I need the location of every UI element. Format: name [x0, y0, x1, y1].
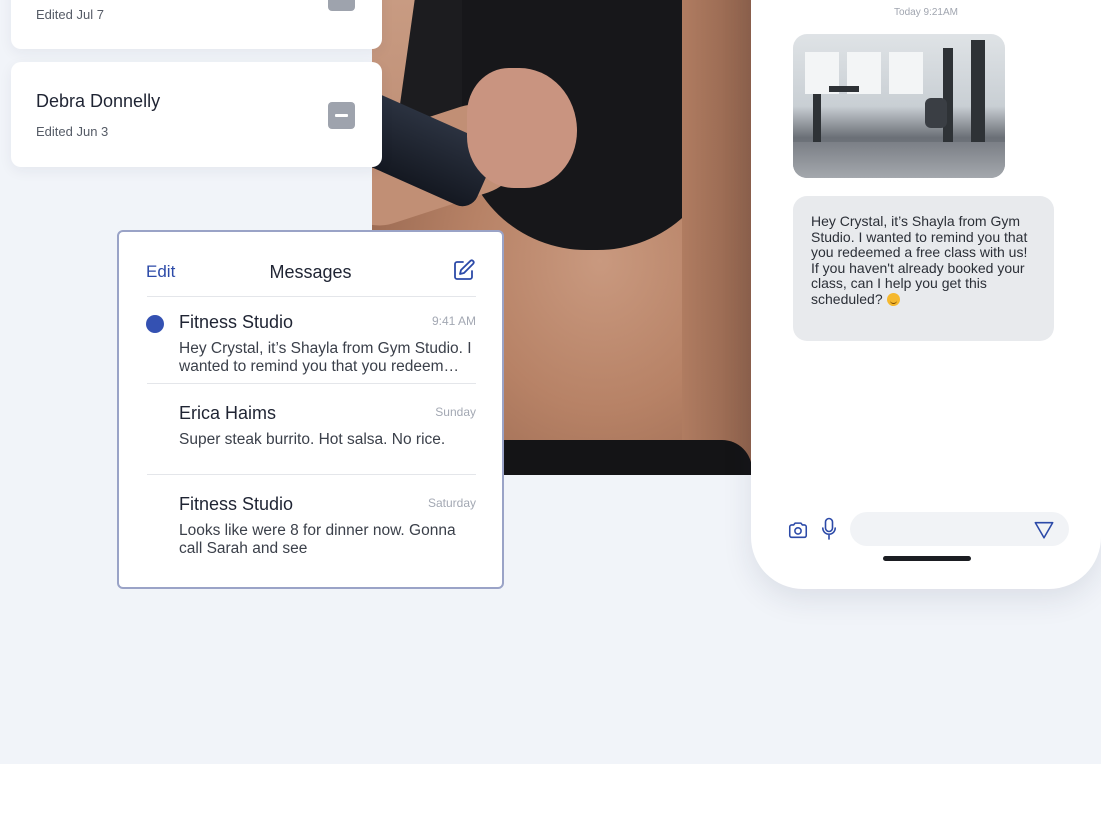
messages-panel: Messages Edit Fitness Studio 9:41 AM Hey…: [117, 230, 504, 589]
divider: [147, 296, 476, 297]
thread-sender: Erica Haims: [179, 403, 277, 423]
thread-time: Sunday: [435, 405, 476, 419]
camera-icon[interactable]: [787, 519, 809, 541]
note-edited-date: Edited Jun 3: [36, 124, 109, 139]
thread-time: 9:41 AM: [431, 314, 476, 328]
unread-indicator: [146, 315, 164, 333]
thread-preview: Super steak burrito. Hot salsa. No rice.: [179, 431, 446, 448]
divider: [147, 474, 476, 475]
phone-chat-screen: Today 9:21AM Hey Crystal, it’s Shayla fr…: [751, 0, 1101, 589]
note-icon: [328, 102, 355, 129]
edit-button[interactable]: Edit: [146, 262, 175, 282]
compose-icon[interactable]: [452, 258, 476, 282]
divider: [147, 383, 476, 384]
incoming-message-bubble: Hey Crystal, it’s Shayla from Gym Studio…: [793, 196, 1054, 341]
thread-preview: Looks like were 8 for dinner now. Gonna …: [179, 522, 456, 557]
note-edited-date: Edited Jul 7: [36, 7, 104, 22]
note-title: Debra Donnelly: [36, 91, 161, 111]
gym-photo-attachment[interactable]: [793, 34, 1005, 178]
home-indicator: [883, 556, 971, 561]
chat-compose-bar: [787, 512, 1071, 548]
note-icon: [328, 0, 355, 11]
messages-title: Messages: [269, 262, 352, 282]
smile-emoji-icon: [886, 292, 900, 306]
message-thread[interactable]: Fitness Studio 9:41 AM Hey Crystal, it’s…: [179, 312, 476, 376]
note-card[interactable]: Debra Donnelly Edited Jun 3: [11, 62, 382, 167]
thread-time: Saturday: [427, 496, 476, 510]
message-text: Hey Crystal, it’s Shayla from Gym Studio…: [811, 213, 1028, 307]
thread-preview: Hey Crystal, it’s Shayla from Gym Studio…: [179, 340, 472, 375]
microphone-icon[interactable]: [821, 517, 837, 541]
note-card[interactable]: Edited Jul 7: [11, 0, 382, 49]
message-thread[interactable]: Erica Haims Sunday Super steak burrito. …: [179, 403, 476, 449]
chat-timestamp: Today 9:21AM: [894, 7, 958, 18]
send-icon[interactable]: [1033, 519, 1055, 541]
message-thread[interactable]: Fitness Studio Saturday Looks like were …: [179, 494, 476, 558]
